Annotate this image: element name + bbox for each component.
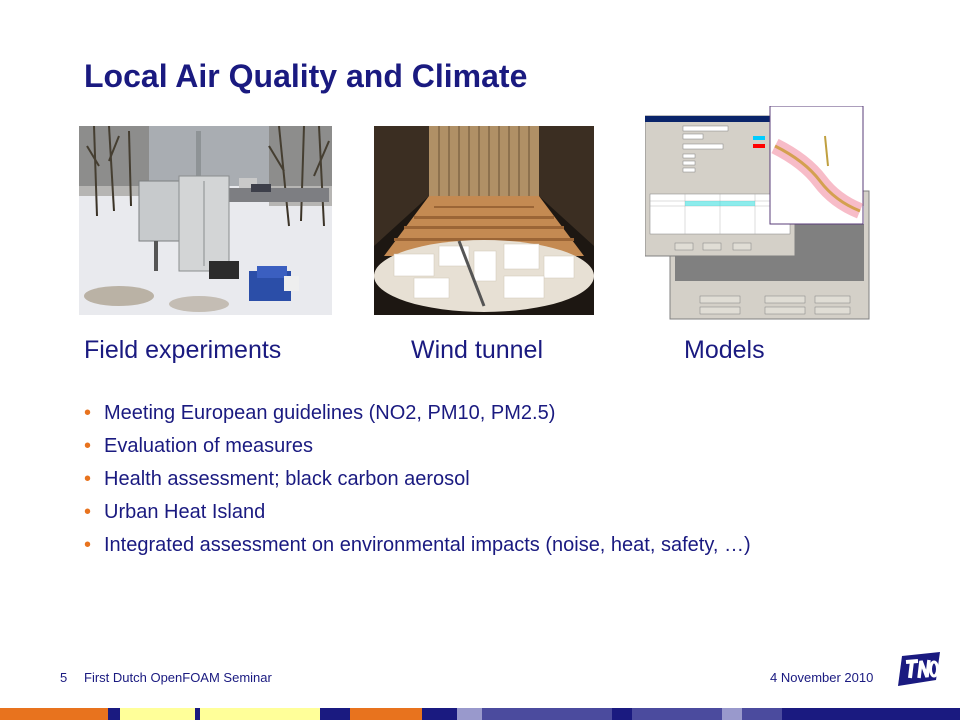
stripe-segment <box>320 708 350 720</box>
bullet-dot-icon: • <box>84 435 92 457</box>
bullet-dot-icon: • <box>84 501 92 523</box>
stripe-segment <box>722 708 742 720</box>
stripe-segment <box>457 708 482 720</box>
bullet-dot-icon: • <box>84 468 92 490</box>
bullet-item: • Health assessment; black carbon aerosol <box>84 464 864 494</box>
stripe-segment <box>108 708 120 720</box>
wind-tunnel-photo <box>374 126 594 315</box>
stripe-segment <box>632 708 722 720</box>
stripe-segment <box>612 708 632 720</box>
tno-logo-icon <box>892 650 944 695</box>
caption-wind-tunnel: Wind tunnel <box>411 336 544 364</box>
bullet-dot-icon: • <box>84 402 92 424</box>
bullet-item: • Integrated assessment on environmental … <box>84 530 864 560</box>
bullet-dot-icon: • <box>84 534 92 556</box>
slide-title: Local Air Quality and Climate <box>84 58 528 94</box>
field-experiment-photo <box>79 126 332 315</box>
bullet-list: • Meeting European guidelines (NO2, PM10,… <box>84 398 864 563</box>
stripe-segment <box>350 708 422 720</box>
page-number: 5 <box>60 670 68 685</box>
stripe-segment <box>200 708 320 720</box>
bullet-item: • Evaluation of measures <box>84 431 864 461</box>
bullet-item: • Urban Heat Island <box>84 497 864 527</box>
footer-date: 4 November 2010 <box>770 670 874 685</box>
caption-models: Models <box>684 336 765 364</box>
bullet-item: • Meeting European guidelines (NO2, PM10,… <box>84 398 864 428</box>
caption-field-experiments: Field experiments <box>84 336 282 364</box>
stripe-segment <box>0 708 108 720</box>
stripe-segment <box>120 708 195 720</box>
footer-color-stripe <box>0 708 960 720</box>
stripe-segment <box>742 708 782 720</box>
model-screenshot <box>645 106 870 321</box>
stripe-segment <box>422 708 457 720</box>
stripe-segment <box>782 708 960 720</box>
footer-event: First Dutch OpenFOAM Seminar <box>84 670 272 685</box>
stripe-segment <box>482 708 612 720</box>
